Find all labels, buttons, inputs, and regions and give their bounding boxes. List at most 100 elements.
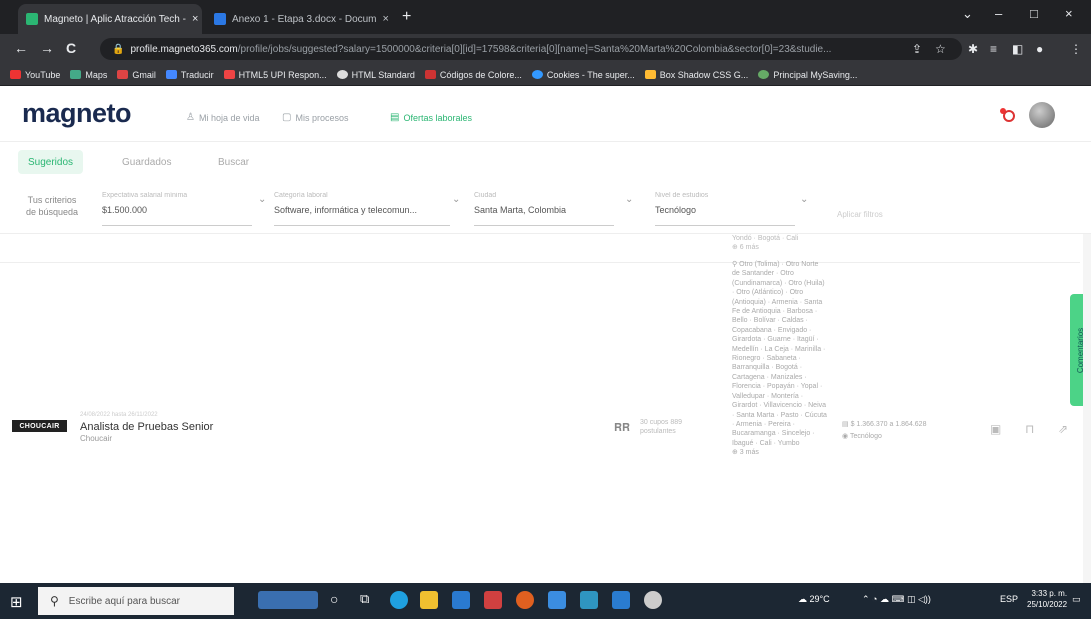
input-language[interactable]: ESP xyxy=(1000,594,1018,604)
app-icon[interactable] xyxy=(580,591,598,609)
tab-sugeridos[interactable]: Sugeridos xyxy=(18,150,84,174)
nav-ofertas-laborales[interactable]: ▤ Ofertas laborales xyxy=(390,112,472,123)
category-filter[interactable]: Categoría laboral Software, informática … xyxy=(274,192,450,226)
maximize-button[interactable]: □ xyxy=(1030,6,1038,21)
job-salary: ▤ $ 1.366.370 a 1.864.628 xyxy=(842,420,926,428)
windows-start-icon[interactable]: ⊞ xyxy=(10,593,23,611)
share-external-icon[interactable]: ⇗ xyxy=(1058,422,1068,436)
grad-cap-icon: ◉ xyxy=(842,433,850,440)
store-icon[interactable] xyxy=(452,591,470,609)
scrollbar[interactable] xyxy=(1083,234,1091,583)
search-placeholder: Escribe aquí para buscar xyxy=(68,595,180,607)
bookmark-cookies[interactable]: Cookies - The super... xyxy=(531,70,635,80)
news-widget-icon[interactable] xyxy=(258,591,318,609)
chrome-icon[interactable] xyxy=(644,591,662,609)
tab-search-icon[interactable]: ⌄ xyxy=(962,6,973,22)
chevron-down-icon[interactable]: ⌄ xyxy=(258,194,266,205)
bookmarks-bar: YouTube Maps Gmail Traducir HTML5 UPI Re… xyxy=(0,64,1091,86)
apply-icon[interactable]: ▣ xyxy=(990,422,1001,436)
bookmark-colores[interactable]: Códigos de Colore... xyxy=(424,70,522,80)
tab-anexo[interactable]: Anexo 1 - Etapa 3.docx - Docum × xyxy=(206,4,396,34)
bookmark-html-standard[interactable]: HTML Standard xyxy=(336,70,415,80)
bookmark-label: Box Shadow CSS G... xyxy=(659,69,749,80)
extensions-icon[interactable]: ✱ xyxy=(968,42,978,56)
bell-icon[interactable] xyxy=(1003,110,1015,122)
profile-icon[interactable]: ● xyxy=(1036,42,1043,56)
chevron-down-icon[interactable]: ⌄ xyxy=(625,194,633,205)
url-input[interactable]: 🔒 profile.magneto365.com /profile/jobs/s… xyxy=(100,38,962,60)
site-header: magneto ♙ Mi hoja de vida ▢ Mis procesos… xyxy=(0,86,1091,142)
office-icon[interactable] xyxy=(484,591,502,609)
bookmark-star-icon[interactable]: ☆ xyxy=(935,42,946,56)
search-icon: ⚲ xyxy=(50,594,59,608)
filter-label: Expectativa salarial mínima xyxy=(102,192,188,199)
city-filter[interactable]: Ciudad Santa Marta, Colombia xyxy=(474,192,614,226)
firefox-icon[interactable] xyxy=(516,591,534,609)
bookmark-label: Gmail xyxy=(132,69,156,80)
bookmark-translate[interactable]: Traducir xyxy=(165,70,214,80)
close-tab-icon[interactable]: × xyxy=(377,13,389,25)
tab-magneto[interactable]: Magneto | Aplic Atracción Tech - × xyxy=(18,4,202,34)
reload-button[interactable]: C xyxy=(66,40,76,56)
close-window-button[interactable]: × xyxy=(1065,6,1073,21)
bookmark-html5[interactable]: HTML5 UPI Respon... xyxy=(223,70,327,80)
avatar[interactable] xyxy=(1029,102,1055,128)
app-icon[interactable] xyxy=(548,591,566,609)
forward-button[interactable]: → xyxy=(40,40,54,56)
apply-filters-button[interactable]: Aplicar filtros xyxy=(837,210,883,219)
vscode-icon[interactable] xyxy=(612,591,630,609)
sidepanel-icon[interactable]: ◧ xyxy=(1012,42,1023,56)
row-divider xyxy=(0,262,1080,263)
bookmark-gmail[interactable]: Gmail xyxy=(117,70,156,80)
taskbar-search-input[interactable]: ⚲ Escribe aquí para buscar xyxy=(38,587,234,615)
colors-icon xyxy=(424,70,436,79)
share-icon[interactable]: ⇪ xyxy=(912,42,922,56)
close-tab-icon[interactable]: × xyxy=(186,13,198,25)
weather-widget[interactable]: ☁ 29°C xyxy=(798,594,830,605)
translate-icon xyxy=(165,70,177,79)
box-shadow-icon xyxy=(644,70,656,79)
chevron-down-icon[interactable]: ⌄ xyxy=(800,194,808,205)
nav-hoja-de-vida[interactable]: ♙ Mi hoja de vida xyxy=(186,112,260,123)
clock[interactable]: 3:33 p. m. 25/10/2022 xyxy=(1027,588,1067,610)
prev-row-locations: Yondó · Bogotá · Cali ⊕ 6 más xyxy=(732,235,799,251)
bookmark-box-shadow[interactable]: Box Shadow CSS G... xyxy=(644,69,749,80)
clock-time: 3:33 p. m. xyxy=(1031,589,1068,598)
gmail-icon xyxy=(117,70,129,79)
salary-filter[interactable]: Expectativa salarial mínima $1.500.000 xyxy=(102,192,252,226)
address-bar-row: ← → C 🔒 profile.magneto365.com /profile/… xyxy=(0,34,1091,64)
back-button[interactable]: ← xyxy=(14,40,28,56)
notifications-icon[interactable]: ▭ xyxy=(1072,594,1081,605)
browser-tabbar: Magneto | Aplic Atracción Tech - × Anexo… xyxy=(0,0,1091,34)
minimize-button[interactable]: – xyxy=(995,6,1002,21)
cortana-icon[interactable]: ○ xyxy=(330,591,348,609)
filter-label: Categoría laboral xyxy=(274,192,328,199)
job-title[interactable]: Analista de Pruebas Senior xyxy=(80,421,213,433)
task-view-icon[interactable]: ⧉ xyxy=(360,591,378,609)
tab-guardados[interactable]: Guardados xyxy=(112,150,181,174)
mysaving-icon xyxy=(758,70,770,79)
bookmark-youtube[interactable]: YouTube xyxy=(10,70,60,80)
lock-icon: 🔒 xyxy=(112,43,125,55)
bookmark-maps[interactable]: Maps xyxy=(70,70,107,80)
bookmark-mysaving[interactable]: Principal MySaving... xyxy=(758,70,857,80)
url-path: /profile/jobs/suggested?salary=1500000&c… xyxy=(237,43,832,55)
clipboard-icon: ▢ xyxy=(282,112,292,123)
reading-list-icon[interactable]: ≡ xyxy=(990,42,997,56)
chevron-down-icon[interactable]: ⌄ xyxy=(452,194,460,205)
menu-icon[interactable]: ⋮ xyxy=(1070,42,1082,56)
cookies-icon xyxy=(531,70,543,79)
briefcase-icon: ▤ xyxy=(390,112,400,123)
file-explorer-icon[interactable] xyxy=(420,591,438,609)
page-content: magneto ♙ Mi hoja de vida ▢ Mis procesos… xyxy=(0,86,1091,583)
nav-label: Ofertas laborales xyxy=(403,112,472,123)
html5-icon xyxy=(223,70,235,79)
education-filter[interactable]: Nivel de estudios Tecnólogo xyxy=(655,192,795,226)
bookmark-icon[interactable]: ⊓ xyxy=(1025,422,1034,436)
magneto-logo[interactable]: magneto xyxy=(22,98,132,129)
tab-buscar[interactable]: Buscar xyxy=(208,150,259,174)
nav-mis-procesos[interactable]: ▢ Mis procesos xyxy=(282,112,348,123)
new-tab-button[interactable]: + xyxy=(402,8,411,26)
tray-icons[interactable]: ⌃ ◔ ☁ ⌨ ◫ ◁)) xyxy=(862,594,931,605)
edge-icon[interactable] xyxy=(390,591,408,609)
